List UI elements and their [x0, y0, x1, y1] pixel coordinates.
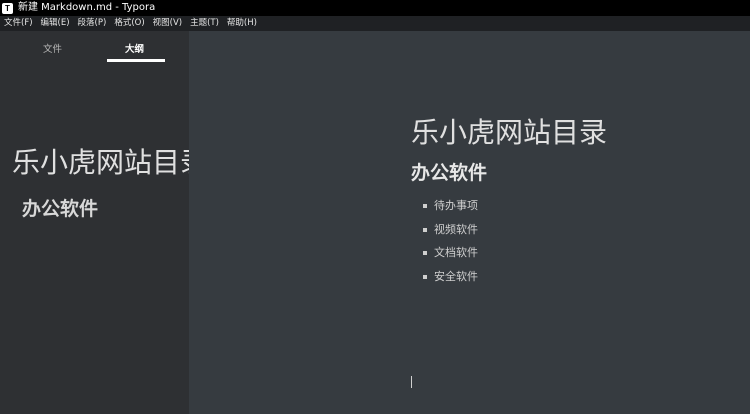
outline-item-h1[interactable]: 乐小虎网站目录 — [0, 149, 208, 177]
list-item-text: 视频软件 — [434, 222, 478, 236]
active-tab-indicator — [107, 59, 165, 62]
bullet-icon — [423, 227, 427, 232]
menu-help[interactable]: 帮助(H) — [223, 16, 261, 31]
bullet-icon — [423, 251, 427, 255]
list-item[interactable]: 文档软件 — [423, 245, 478, 269]
text-cursor — [411, 376, 412, 388]
bullet-icon — [423, 204, 427, 208]
tab-outline[interactable]: 大纲 — [125, 41, 144, 55]
menu-theme[interactable]: 主题(T) — [186, 16, 223, 31]
outline-item-h2[interactable]: 办公软件 — [0, 200, 98, 219]
typora-app-icon: T — [2, 2, 13, 14]
sidebar-tabs: 文件 大纲 — [0, 31, 189, 63]
menu-format[interactable]: 格式(O) — [110, 16, 148, 31]
bullet-icon — [423, 274, 427, 279]
document-heading-1[interactable]: 乐小虎网站目录 — [411, 111, 607, 151]
bullet-list: 待办事项 视频软件 文档软件 安全软件 — [423, 198, 478, 292]
menu-paragraph[interactable]: 段落(P) — [74, 16, 111, 31]
window-title: 新建 Markdown.md - Typora — [18, 2, 156, 13]
menu-view[interactable]: 视图(V) — [149, 16, 186, 31]
sidebar: 文件 大纲 乐小虎网站目录 办公软件 — [0, 31, 208, 414]
title-bar: T 新建 Markdown.md - Typora — [0, 0, 750, 16]
menu-edit[interactable]: 编辑(E) — [37, 16, 74, 31]
document-heading-2[interactable]: 办公软件 — [411, 158, 487, 185]
editor-area[interactable]: 乐小虎网站目录 办公软件 待办事项 视频软件 文档软件 安全软件 — [189, 31, 750, 414]
list-item[interactable]: 视频软件 — [423, 222, 478, 246]
menu-file[interactable]: 文件(F) — [0, 16, 37, 31]
menu-bar: 文件(F) 编辑(E) 段落(P) 格式(O) 视图(V) 主题(T) 帮助(H… — [0, 16, 750, 31]
list-item-text: 文档软件 — [434, 246, 478, 259]
list-item[interactable]: 待办事项 — [423, 198, 478, 222]
tab-files[interactable]: 文件 — [43, 41, 62, 55]
list-item-text: 待办事项 — [434, 199, 478, 212]
list-item-text: 安全软件 — [434, 269, 478, 283]
list-item[interactable]: 安全软件 — [423, 269, 478, 293]
